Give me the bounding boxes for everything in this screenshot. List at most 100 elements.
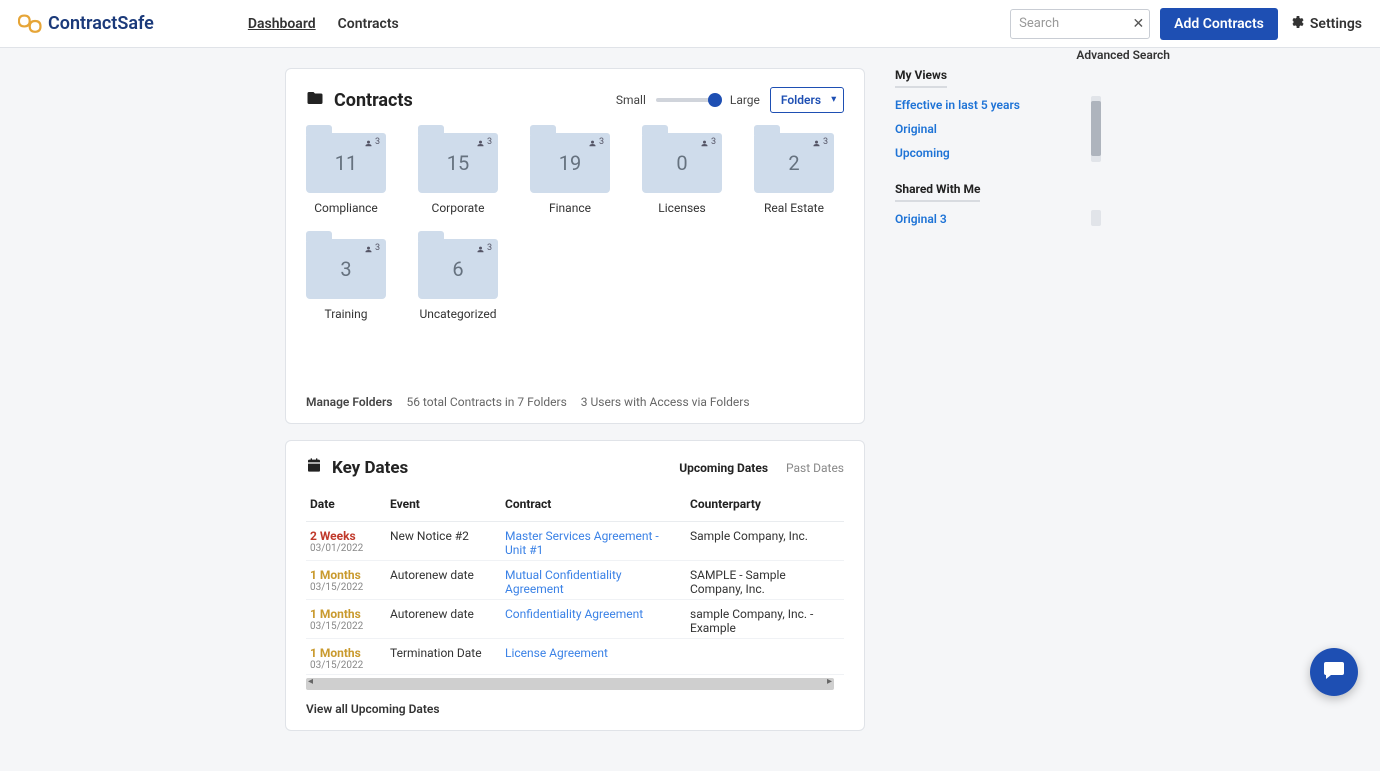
saved-view-link[interactable]: Original bbox=[895, 122, 1095, 136]
settings-label: Settings bbox=[1310, 16, 1362, 32]
shared-section: Shared With Me Original 3 bbox=[895, 182, 1095, 226]
table-row: 1 Months03/15/2022Termination Date Licens… bbox=[306, 639, 844, 675]
folder-icon: 32 bbox=[754, 133, 834, 193]
users-icon: 3 bbox=[588, 137, 604, 147]
folders-dropdown[interactable]: Folders bbox=[770, 87, 844, 113]
size-slider[interactable] bbox=[656, 98, 720, 102]
size-small-label: Small bbox=[616, 93, 646, 107]
shared-view-link[interactable]: Original 3 bbox=[895, 212, 1095, 226]
folder-label: Licenses bbox=[658, 201, 705, 215]
brand-text: ContractSafe bbox=[48, 13, 154, 34]
folder-users-count: 3 bbox=[375, 137, 380, 147]
folder-count: 19 bbox=[559, 151, 581, 175]
users-icon: 3 bbox=[364, 137, 380, 147]
contract-link[interactable]: Confidentiality Agreement bbox=[505, 607, 643, 621]
folder-tile[interactable]: 3 19 Finance bbox=[530, 133, 610, 215]
manage-folders-link[interactable]: Manage Folders bbox=[306, 395, 392, 409]
shared-list: Original 3 bbox=[895, 212, 1095, 226]
folder-count: 11 bbox=[335, 151, 357, 175]
folder-label: Corporate bbox=[432, 201, 485, 215]
cell-event: Termination Date bbox=[386, 639, 501, 675]
folder-icon: 3 15 bbox=[418, 133, 498, 193]
logo-icon bbox=[18, 12, 42, 36]
cell-date: 1 Months03/15/2022 bbox=[306, 639, 386, 675]
folder-count: 3 bbox=[340, 257, 351, 281]
chat-bubble[interactable] bbox=[1310, 648, 1358, 696]
folder-users-count: 3 bbox=[823, 137, 828, 147]
folder-tile[interactable]: 3 15 Corporate bbox=[418, 133, 498, 215]
contracts-summary-1: 56 total Contracts in 7 Folders bbox=[406, 395, 566, 409]
folder-count: 15 bbox=[447, 151, 469, 175]
tab-past-dates[interactable]: Past Dates bbox=[786, 461, 844, 475]
key-dates-table-wrap: Date Event Contract Counterparty 2 Weeks… bbox=[286, 488, 864, 690]
close-icon[interactable]: ✕ bbox=[1132, 16, 1144, 32]
cell-contract: Master Services Agreement - Unit #1 bbox=[501, 522, 686, 561]
scrollbar-icon[interactable] bbox=[1091, 210, 1101, 226]
contract-link[interactable]: Master Services Agreement - Unit #1 bbox=[505, 529, 659, 557]
folder-label: Finance bbox=[549, 201, 591, 215]
saved-view-link[interactable]: Upcoming bbox=[895, 146, 1095, 160]
key-dates-title: Key Dates bbox=[332, 458, 408, 478]
key-dates-scroll[interactable]: Date Event Contract Counterparty 2 Weeks… bbox=[306, 488, 844, 678]
cell-contract: Confidentiality Agreement bbox=[501, 600, 686, 639]
contract-link[interactable]: License Agreement bbox=[505, 646, 608, 660]
col-contract: Contract bbox=[501, 489, 686, 522]
users-icon: 3 bbox=[700, 137, 716, 147]
size-large-label: Large bbox=[730, 93, 760, 107]
folder-users-count: 3 bbox=[487, 137, 492, 147]
tab-upcoming-dates[interactable]: Upcoming Dates bbox=[679, 461, 768, 475]
my-views-title: My Views bbox=[895, 68, 947, 88]
folder-users-count: 3 bbox=[375, 243, 380, 253]
folder-icon: 30 bbox=[642, 133, 722, 193]
cell-counterparty: SAMPLE - Sample Company, Inc. bbox=[686, 561, 844, 600]
contract-link[interactable]: Mutual Confidentiality Agreement bbox=[505, 568, 622, 596]
table-row: 2 Weeks03/01/2022New Notice #2Master Ser… bbox=[306, 522, 844, 561]
folder-icon: 3 19 bbox=[530, 133, 610, 193]
table-row: 1 Months03/15/2022Autorenew dateConfiden… bbox=[306, 600, 844, 639]
scrollbar-icon[interactable] bbox=[1091, 96, 1101, 162]
nav-contracts[interactable]: Contracts bbox=[338, 16, 399, 32]
horizontal-scrollbar[interactable] bbox=[306, 678, 834, 690]
chat-icon bbox=[1322, 658, 1346, 686]
advanced-search-link[interactable]: Advanced Search bbox=[1076, 48, 1170, 62]
folder-label: Uncategorized bbox=[419, 307, 496, 321]
contracts-summary-2: 3 Users with Access via Folders bbox=[581, 395, 750, 409]
folder-tile[interactable]: 311Compliance bbox=[306, 133, 386, 215]
saved-view-link[interactable]: Effective in last 5 years bbox=[895, 98, 1095, 112]
folder-tile[interactable]: 33Training bbox=[306, 239, 386, 321]
logo[interactable]: ContractSafe bbox=[18, 12, 154, 36]
contracts-card-footer: Manage Folders 56 total Contracts in 7 F… bbox=[286, 325, 864, 423]
contracts-title: Contracts bbox=[334, 90, 413, 111]
folder-icon: 33 bbox=[306, 239, 386, 299]
col-event: Event bbox=[386, 489, 501, 522]
cell-counterparty bbox=[686, 639, 844, 675]
search-input[interactable] bbox=[1010, 9, 1150, 39]
key-dates-table: Date Event Contract Counterparty 2 Weeks… bbox=[306, 489, 844, 678]
my-views-section: My Views Effective in last 5 years Origin… bbox=[895, 68, 1095, 160]
add-contracts-button[interactable]: Add Contracts bbox=[1160, 8, 1278, 40]
nav-dashboard[interactable]: Dashboard bbox=[248, 16, 316, 32]
cell-contract: Mutual Confidentiality Agreement bbox=[501, 561, 686, 600]
folder-users-count: 3 bbox=[599, 137, 604, 147]
key-dates-card: Key Dates Upcoming Dates Past Dates Date… bbox=[285, 440, 865, 731]
header-right: ✕ Add Contracts Settings bbox=[1010, 8, 1362, 40]
folder-count: 2 bbox=[788, 151, 799, 175]
folder-tile[interactable]: 32Real Estate bbox=[754, 133, 834, 215]
folder-icon: 3 11 bbox=[306, 133, 386, 193]
view-all-upcoming-link[interactable]: View all Upcoming Dates bbox=[286, 690, 864, 730]
folder-count: 0 bbox=[676, 151, 687, 175]
cell-date: 2 Weeks03/01/2022 bbox=[306, 522, 386, 561]
settings-button[interactable]: Settings bbox=[1288, 14, 1362, 34]
folder-grid: 311Compliance315Corporate319Finance30Lic… bbox=[286, 121, 864, 325]
folder-tile[interactable]: 30Licenses bbox=[642, 133, 722, 215]
folder-tile[interactable]: 36 Uncategorized bbox=[418, 239, 498, 321]
calendar-icon bbox=[306, 457, 322, 478]
table-row: 1 Months03/15/2022Autorenew dateMutual C… bbox=[306, 561, 844, 600]
col-date: Date bbox=[306, 489, 386, 522]
cell-counterparty: sample Company, Inc. - Example bbox=[686, 600, 844, 639]
folder-label: Training bbox=[325, 307, 368, 321]
users-icon: 3 bbox=[364, 243, 380, 253]
page: Contracts Small Large Folders 311Complia… bbox=[0, 48, 1380, 771]
shared-title: Shared With Me bbox=[895, 182, 980, 202]
folder-icon: 36 bbox=[418, 239, 498, 299]
